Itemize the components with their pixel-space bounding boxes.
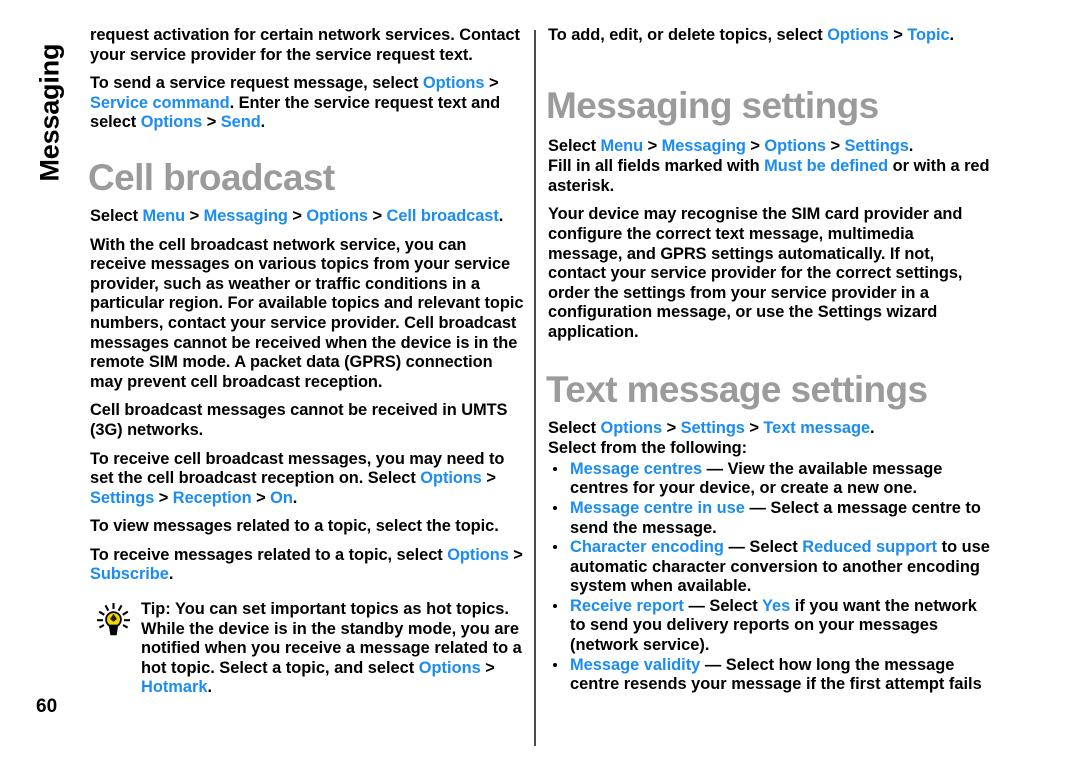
lightbulb-icon bbox=[94, 602, 134, 638]
tip-callout: Tip: You can set important topics as hot… bbox=[90, 600, 524, 698]
text-message-settings-list: Message centres — View the available mes… bbox=[548, 460, 992, 695]
page-number: 60 bbox=[36, 696, 58, 717]
paragraph-settings-path: Select Menu > Messaging > Options > Sett… bbox=[548, 136, 914, 155]
paragraph-subscribe-topic: To receive messages related to a topic, … bbox=[90, 545, 523, 584]
paragraph-select-from-following: Select from the following: bbox=[548, 439, 748, 458]
paragraph-cell-broadcast-description: With the cell broadcast network service,… bbox=[90, 235, 524, 391]
list-item-text: Character encoding — Select Reduced supp… bbox=[570, 538, 990, 596]
paragraph-send-service-request: To send a service request message, selec… bbox=[90, 74, 501, 132]
bullet-dot-icon bbox=[553, 603, 557, 608]
tip-text: Tip: You can set important topics as hot… bbox=[141, 600, 522, 697]
paragraph-cell-broadcast-path: Select Menu > Messaging > Options > Cell… bbox=[90, 206, 504, 225]
chapter-tab: Messaging bbox=[22, 24, 78, 194]
heading-messaging-settings: Messaging settings bbox=[546, 84, 879, 126]
bullet-dot-icon bbox=[553, 662, 557, 667]
paragraph-umts-note: Cell broadcast messages cannot be receiv… bbox=[90, 401, 508, 439]
paragraph-text-message-path: Select Options > Settings > Text message… bbox=[548, 418, 875, 437]
paragraph-service-request: request activation for certain network s… bbox=[90, 26, 520, 64]
bullet-dot-icon bbox=[553, 466, 557, 471]
paragraph-must-be-defined: Fill in all fields marked with Must be d… bbox=[548, 157, 990, 195]
heading-text-message-settings: Text message settings bbox=[546, 368, 928, 410]
left-column: request activation for certain network s… bbox=[88, 26, 524, 698]
right-column: To add, edit, or delete topics, select O… bbox=[546, 26, 992, 695]
bullet-dot-icon bbox=[553, 505, 557, 510]
bullet-dot-icon bbox=[553, 545, 557, 550]
chapter-tab-label: Messaging bbox=[34, 43, 65, 182]
paragraph-reception-on: To receive cell broadcast messages, you … bbox=[90, 449, 505, 507]
paragraph-add-edit-topics: To add, edit, or delete topics, select O… bbox=[548, 26, 955, 44]
list-item-text: Message validity — Select how long the m… bbox=[570, 655, 982, 694]
column-divider bbox=[534, 30, 536, 746]
list-item: Message centre in use — Select a message… bbox=[548, 499, 992, 538]
manual-page: Messaging 60 request activation for cert… bbox=[0, 0, 1080, 779]
paragraph-view-topic: To view messages related to a topic, sel… bbox=[90, 517, 499, 536]
list-item: Message centres — View the available mes… bbox=[548, 460, 992, 499]
heading-cell-broadcast: Cell broadcast bbox=[88, 156, 335, 198]
list-item: Receive report — Select Yes if you want … bbox=[548, 597, 992, 656]
list-item-text: Receive report — Select Yes if you want … bbox=[570, 596, 977, 655]
paragraph-recognise-sim: Your device may recognise the SIM card p… bbox=[548, 205, 963, 341]
list-item: Message validity — Select how long the m… bbox=[548, 656, 992, 695]
list-item-text: Message centre in use — Select a message… bbox=[570, 498, 981, 537]
list-item: Character encoding — Select Reduced supp… bbox=[548, 538, 992, 597]
list-item-text: Message centres — View the available mes… bbox=[570, 459, 943, 498]
